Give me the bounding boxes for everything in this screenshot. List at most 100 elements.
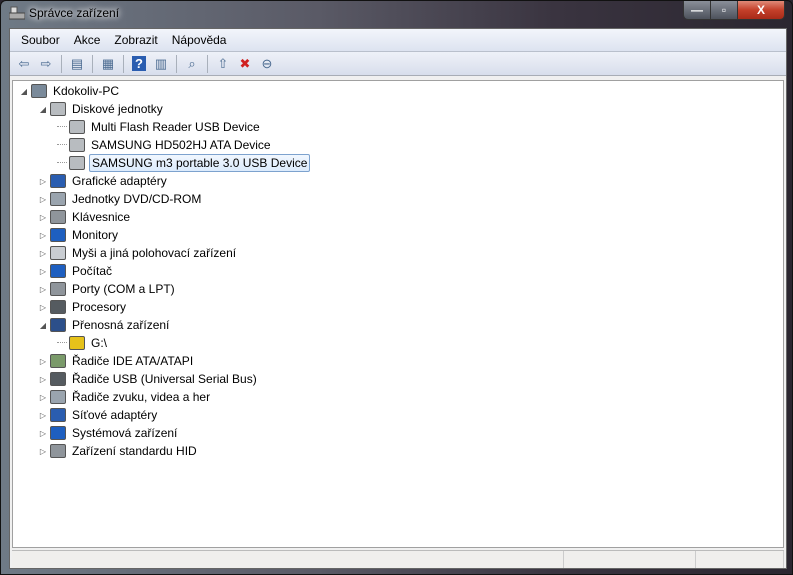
show-hide-console-tree-button[interactable]: ▤: [66, 54, 88, 74]
caption-buttons: — ▫ X: [683, 1, 785, 20]
disk-drive-icon: [50, 102, 66, 116]
keyboard-icon: [50, 210, 66, 224]
update-driver-button[interactable]: ⇧: [212, 54, 234, 74]
tree-node[interactable]: SAMSUNG m3 portable 3.0 USB Device: [57, 154, 311, 172]
tree-node-label: G:\: [91, 336, 108, 350]
processor-icon: [50, 300, 66, 314]
hid-icon: [50, 444, 66, 458]
tree-node-label: SAMSUNG m3 portable 3.0 USB Device: [89, 154, 311, 172]
tree-node[interactable]: ▷ Monitory: [38, 226, 120, 244]
tree-node[interactable]: ▷ Grafické adaptéry: [38, 172, 169, 190]
dvd-drive-icon: [50, 192, 66, 206]
toolbar-separator: [176, 54, 177, 73]
display-adapter-icon: [50, 174, 66, 188]
toolbar-separator: [61, 54, 62, 73]
tree-node[interactable]: ◢ Kdokoliv-PC: [19, 82, 121, 100]
tree-node[interactable]: ▷ Porty (COM a LPT): [38, 280, 177, 298]
forward-button[interactable]: ⇨: [35, 54, 57, 74]
help-button[interactable]: ?: [128, 54, 150, 74]
usb-icon: [50, 372, 66, 386]
minimize-button[interactable]: —: [684, 1, 711, 19]
tree-node-label: Jednotky DVD/CD-ROM: [72, 192, 202, 206]
disable-icon: ⊖: [261, 55, 273, 71]
menu-akce[interactable]: Akce: [67, 33, 108, 47]
expander-collapsed-icon[interactable]: ▷: [38, 411, 48, 420]
toolbar-separator: [123, 54, 124, 73]
expander-collapsed-icon[interactable]: ▷: [38, 177, 48, 186]
tree-node[interactable]: ▷ Síťové adaptéry: [38, 406, 159, 424]
tree-node[interactable]: ▷ Řadiče IDE ATA/ATAPI: [38, 352, 195, 370]
expander-collapsed-icon[interactable]: ▷: [38, 447, 48, 456]
uninstall-button[interactable]: ✖: [234, 54, 256, 74]
disk-drive-icon: [69, 120, 85, 134]
status-pane-2: [564, 551, 696, 568]
tree-node-label: Počítač: [72, 264, 113, 278]
expander-collapsed-icon[interactable]: ▷: [38, 267, 48, 276]
portable-device-warning-icon: [69, 336, 85, 350]
disable-button[interactable]: ⊖: [256, 54, 278, 74]
menu-soubor[interactable]: Soubor: [14, 33, 67, 47]
expander-collapsed-icon[interactable]: ▷: [38, 285, 48, 294]
scan-hardware-button[interactable]: ⌕: [181, 54, 203, 74]
expander-expanded-icon[interactable]: ◢: [38, 321, 48, 330]
properties-button[interactable]: ▦: [97, 54, 119, 74]
back-button[interactable]: ⇦: [13, 54, 35, 74]
tree-node-label: Řadiče USB (Universal Serial Bus): [72, 372, 257, 386]
tree-node-label: Řadiče zvuku, videa a her: [72, 390, 211, 404]
tree-node[interactable]: ▷ Klávesnice: [38, 208, 132, 226]
computer-icon: [50, 264, 66, 278]
tree-node[interactable]: SAMSUNG HD502HJ ATA Device: [57, 136, 273, 154]
expander-collapsed-icon[interactable]: ▷: [38, 249, 48, 258]
toolbar-separator: [92, 54, 93, 73]
tree-node[interactable]: ▷ Řadiče zvuku, videa a her: [38, 388, 212, 406]
client-area: Soubor Akce Zobrazit Nápověda ⇦ ⇨ ▤ ▦? ▥ ⌕ ⇧ ✖ ⊖ ◢ K…: [9, 28, 787, 569]
maximize-button[interactable]: ▫: [711, 1, 738, 19]
tree-node[interactable]: ◢ Diskové jednotky: [38, 100, 165, 118]
tree-node-label: Klávesnice: [72, 210, 131, 224]
tree-node[interactable]: ▷ Řadiče USB (Universal Serial Bus): [38, 370, 259, 388]
device-manager-icon: [8, 6, 26, 20]
tree-node[interactable]: ▷ Myši a jiná polohovací zařízení: [38, 244, 238, 262]
expander-expanded-icon[interactable]: ◢: [38, 105, 48, 114]
tree-node-label: Diskové jednotky: [72, 102, 163, 116]
expander-collapsed-icon[interactable]: ▷: [38, 195, 48, 204]
expander-collapsed-icon[interactable]: ▷: [38, 231, 48, 240]
status-pane-3: [696, 551, 784, 568]
tree-node[interactable]: G:\: [57, 334, 109, 352]
tree-node[interactable]: ▷ Systémová zařízení: [38, 424, 179, 442]
tree-line: [57, 118, 67, 127]
menu-napoveda[interactable]: Nápověda: [165, 33, 234, 47]
tree-node-label: Grafické adaptéry: [72, 174, 167, 188]
device-tree[interactable]: ◢ Kdokoliv-PC ◢ Diskové jednotky Multi Flash…: [12, 80, 784, 548]
network-adapter-icon: [50, 408, 66, 422]
expander-collapsed-icon[interactable]: ▷: [38, 357, 48, 366]
tree-node-label: Kdokoliv-PC: [53, 84, 120, 98]
show-hide-console-tree-icon: ▤: [70, 55, 84, 71]
uninstall-icon: ✖: [239, 55, 251, 71]
expander-collapsed-icon[interactable]: ▷: [38, 375, 48, 384]
tree-node[interactable]: ▷ Zařízení standardu HID: [38, 442, 199, 460]
show-action-pane-button[interactable]: ▥: [150, 54, 172, 74]
close-button[interactable]: X: [738, 1, 784, 19]
title-bar[interactable]: Správce zařízení — ▫ X: [1, 1, 792, 27]
system-device-icon: [50, 426, 66, 440]
tree-node-label: Multi Flash Reader USB Device: [91, 120, 260, 134]
expander-collapsed-icon[interactable]: ▷: [38, 429, 48, 438]
tree-node[interactable]: ▷ Počítač: [38, 262, 114, 280]
status-pane-1: [12, 551, 564, 568]
expander-expanded-icon[interactable]: ◢: [19, 87, 29, 96]
monitor-icon: [50, 228, 66, 242]
tree-node[interactable]: ▷ Procesory: [38, 298, 128, 316]
tree-node-label: SAMSUNG HD502HJ ATA Device: [91, 138, 271, 152]
expander-collapsed-icon[interactable]: ▷: [38, 213, 48, 222]
sound-icon: [50, 390, 66, 404]
tree-node-label: Systémová zařízení: [72, 426, 178, 440]
tree-node[interactable]: ▷ Jednotky DVD/CD-ROM: [38, 190, 203, 208]
tree-node[interactable]: ◢ Přenosná zařízení: [38, 316, 171, 334]
window-title: Správce zařízení: [29, 6, 120, 20]
expander-collapsed-icon[interactable]: ▷: [38, 393, 48, 402]
menu-zobrazit[interactable]: Zobrazit: [107, 33, 164, 47]
tree-node[interactable]: Multi Flash Reader USB Device: [57, 118, 262, 136]
tree-node-label: Procesory: [72, 300, 127, 314]
expander-collapsed-icon[interactable]: ▷: [38, 303, 48, 312]
